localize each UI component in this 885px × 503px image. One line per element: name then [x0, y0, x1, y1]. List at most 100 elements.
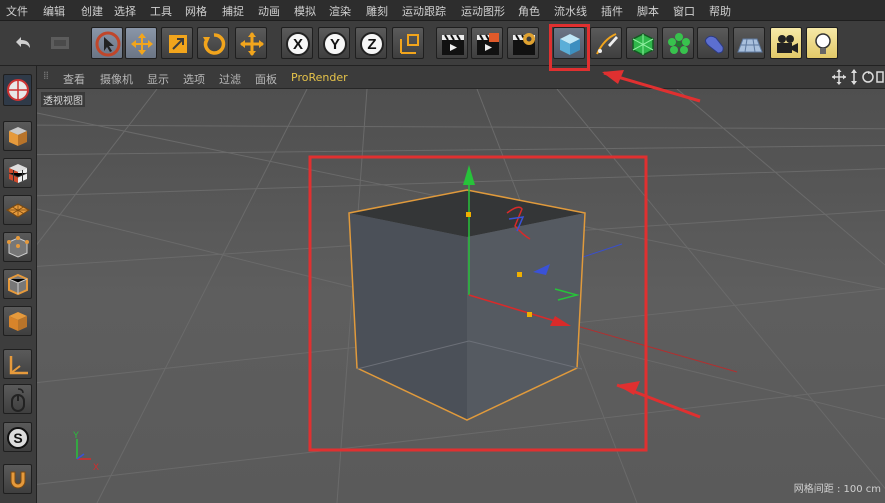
zoom-icon[interactable]: [851, 69, 857, 85]
tweak-mode-button[interactable]: [3, 384, 32, 414]
floor-button[interactable]: [733, 27, 765, 59]
z-axis-icon: Z: [360, 32, 384, 56]
redo-icon: [51, 37, 69, 49]
pen-spline-button[interactable]: [590, 27, 622, 59]
maximize-icon[interactable]: [876, 71, 884, 83]
workplane-icon: [6, 203, 30, 218]
camera-button[interactable]: [770, 27, 802, 59]
render-settings-button[interactable]: [507, 27, 539, 59]
render-view-icon: [442, 34, 464, 55]
magnet-icon: [10, 471, 26, 489]
menu-select[interactable]: 选择: [114, 3, 136, 19]
x-axis-lock-button[interactable]: X: [281, 27, 313, 59]
menu-simulate[interactable]: 模拟: [294, 3, 316, 19]
axis-mode-button[interactable]: [3, 349, 32, 379]
menu-animate[interactable]: 动画: [258, 3, 280, 19]
viewport-menu-filter[interactable]: 过滤: [219, 71, 241, 87]
move-tool-button[interactable]: [125, 27, 157, 59]
cloner-button[interactable]: [662, 27, 694, 59]
z-axis-letter: Z: [367, 36, 376, 53]
viewport-menu-display[interactable]: 显示: [147, 71, 169, 87]
viewport-menu-cameras[interactable]: 摄像机: [100, 71, 133, 87]
menu-script[interactable]: 脚本: [637, 3, 659, 19]
model-mode-button[interactable]: [3, 121, 32, 151]
perspective-viewport[interactable]: Y X 透视视图 网格间距 : 100 cm: [37, 89, 885, 503]
subdivision-icon: [632, 33, 654, 56]
array-cloner-icon: [668, 33, 690, 54]
pan-icon[interactable]: [832, 69, 846, 85]
menu-character[interactable]: 角色: [518, 3, 540, 19]
redo-button[interactable]: [44, 27, 76, 59]
orbit-icon[interactable]: [862, 71, 874, 83]
points-mode-icon: [7, 236, 29, 258]
render-view-button[interactable]: [436, 27, 468, 59]
z-axis-lock-button[interactable]: Z: [355, 27, 387, 59]
light-button[interactable]: [806, 27, 838, 59]
deformer-button[interactable]: [697, 27, 729, 59]
snap-button[interactable]: S: [3, 422, 32, 452]
menu-file[interactable]: 文件: [6, 3, 28, 19]
drag-handle-icon[interactable]: ⁞⁞: [43, 69, 49, 82]
menu-bar: 文件 编辑 创建 选择 工具 网格 捕捉 动画 模拟 渲染 雕刻 运动跟踪 运动…: [0, 0, 885, 21]
scale-icon: [169, 35, 187, 53]
menu-mesh[interactable]: 网格: [185, 3, 207, 19]
viewport-camera-label[interactable]: 透视视图: [41, 92, 85, 107]
y-axis-letter: Y: [330, 36, 340, 53]
workplane-button[interactable]: [3, 195, 32, 225]
render-picture-viewer-button[interactable]: [471, 27, 503, 59]
texture-mode-button[interactable]: [3, 158, 32, 188]
menu-window[interactable]: 窗口: [673, 3, 695, 19]
texture-mode-icon: [8, 164, 28, 183]
edges-mode-icon: [8, 273, 28, 296]
transform-icon: [240, 32, 264, 56]
scale-tool-button[interactable]: [161, 27, 193, 59]
viewport-menu-options[interactable]: 选项: [183, 71, 205, 87]
viewport-menu-bar: ⁞⁞ 查看 摄像机 显示 选项 过滤 面板 ProRender: [37, 66, 885, 89]
main-toolbar: X Y Z: [0, 21, 885, 66]
y-axis-icon: Y: [323, 32, 347, 56]
coordinate-system-button[interactable]: [392, 27, 424, 59]
select-tool-button[interactable]: [91, 27, 123, 59]
transform-tool-button[interactable]: [235, 27, 267, 59]
points-mode-button[interactable]: [3, 232, 32, 262]
mode-palette: S: [0, 66, 37, 503]
undo-button[interactable]: [6, 27, 38, 59]
render-settings-icon: [513, 33, 535, 55]
toolbar-annotation-arrow: [602, 70, 701, 103]
camera-icon: [777, 35, 798, 53]
menu-pipeline[interactable]: 流水线: [554, 3, 587, 19]
light-icon: [815, 33, 831, 54]
polygons-mode-button[interactable]: [3, 306, 32, 336]
menu-plugins[interactable]: 插件: [601, 3, 623, 19]
menu-help[interactable]: 帮助: [709, 3, 731, 19]
edges-mode-button[interactable]: [3, 269, 32, 299]
tweak-mouse-icon: [11, 388, 25, 412]
subdivision-surface-button[interactable]: [626, 27, 658, 59]
make-editable-button[interactable]: [3, 74, 32, 106]
deformer-icon: [704, 35, 724, 54]
magnet-button[interactable]: [3, 464, 32, 494]
menu-snap[interactable]: 捕捉: [222, 3, 244, 19]
viewport-menu-prorender[interactable]: ProRender: [291, 71, 348, 84]
polygons-mode-icon: [9, 312, 27, 331]
viewport-menu-view[interactable]: 查看: [63, 71, 85, 87]
make-editable-icon: [7, 79, 29, 101]
model-mode-icon: [9, 127, 27, 146]
menu-edit[interactable]: 编辑: [43, 3, 65, 19]
viewport-scene: Y X: [37, 89, 885, 503]
undo-icon: [16, 37, 30, 48]
menu-sculpt[interactable]: 雕刻: [366, 3, 388, 19]
y-axis-lock-button[interactable]: Y: [318, 27, 350, 59]
menu-create[interactable]: 创建: [81, 3, 103, 19]
menu-mograph[interactable]: 运动图形: [461, 3, 505, 19]
menu-motion-tracking[interactable]: 运动跟踪: [402, 3, 446, 19]
rotate-icon: [203, 33, 226, 55]
select-arrow-icon: [95, 31, 121, 57]
menu-render[interactable]: 渲染: [329, 3, 351, 19]
corner-y-letter: Y: [73, 430, 79, 440]
rotate-tool-button[interactable]: [197, 27, 229, 59]
menu-tools[interactable]: 工具: [150, 3, 172, 19]
viewport-menu-panel[interactable]: 面板: [255, 71, 277, 87]
floor-icon: [737, 38, 763, 53]
viewport-nav-icons: [832, 69, 884, 85]
